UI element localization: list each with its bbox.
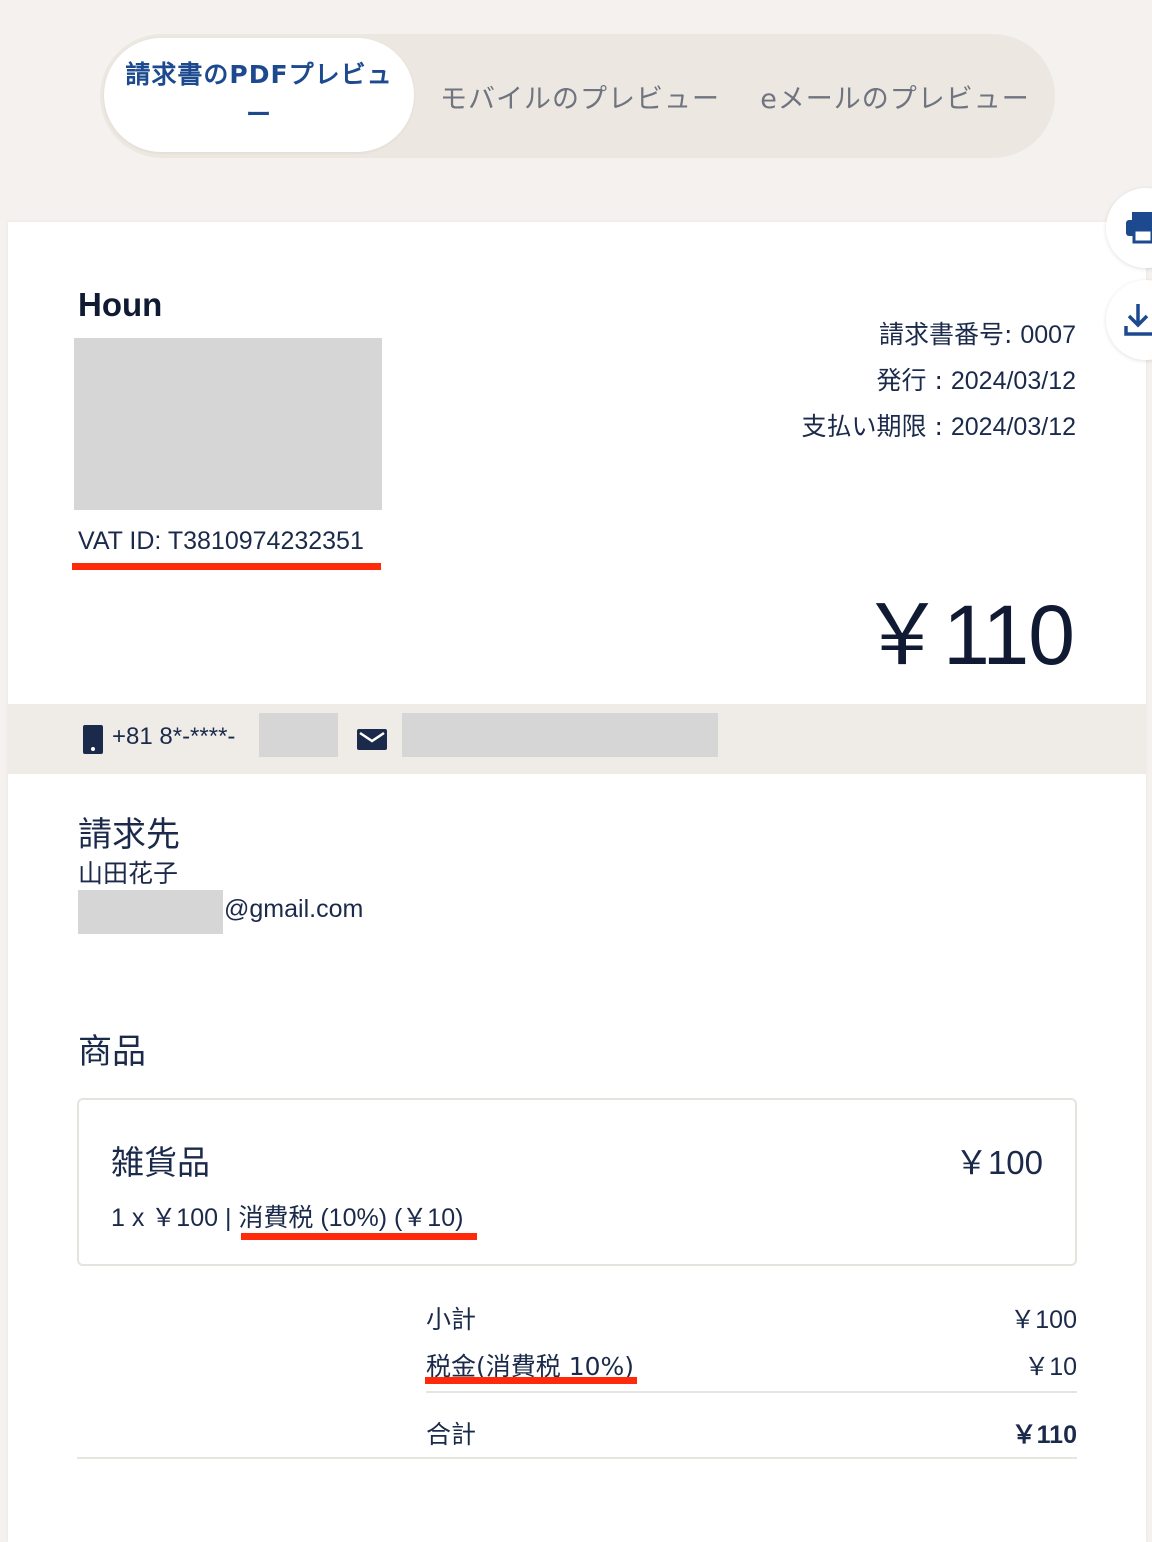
tab-pdf-preview-label-line2: ー — [245, 100, 272, 129]
tax-amount: ￥10 — [1024, 1353, 1077, 1381]
company-name: Houn — [78, 286, 163, 323]
printer-icon — [1126, 212, 1152, 244]
phone-icon — [83, 725, 103, 754]
phone-number-redacted — [259, 713, 338, 757]
tax-label-highlight — [425, 1377, 637, 1384]
item-qty-price: 1 x ￥100 | — [111, 1204, 239, 1232]
total-amount: ￥110 — [1011, 1421, 1077, 1449]
bill-to-name: 山田花子 — [78, 859, 179, 888]
item-tax-highlight — [241, 1233, 477, 1240]
invoice-number-label: 請求書番号: — [878, 320, 1013, 349]
bottom-divider — [77, 1457, 1077, 1459]
item-price: ￥100 — [954, 1144, 1043, 1181]
due-date-row: 支払い期限 : 2024/03/12 — [802, 404, 1076, 450]
issued-date-label: 発行 : — [876, 366, 943, 395]
tab-email-preview[interactable]: eメールのプレビュー — [750, 34, 1040, 158]
subtotal-amount: ￥100 — [1010, 1306, 1077, 1334]
mail-icon — [357, 729, 387, 750]
due-date: 2024/03/12 — [950, 413, 1076, 441]
tab-mobile-preview[interactable]: モバイルのプレビュー — [430, 34, 730, 158]
tab-pdf-preview[interactable]: 請求書のPDFプレビュ ー — [104, 38, 414, 152]
item-name: 雑貨品 — [111, 1143, 210, 1182]
invoice-meta: 請求書番号: 0007 発行 : 2024/03/12 支払い期限 : 2024… — [802, 312, 1076, 450]
total-amount-display: ￥110 — [860, 588, 1075, 682]
phone-number: +81 8*-****- — [112, 723, 236, 750]
contact-bar: +81 8*-****- — [8, 704, 1146, 774]
subtotal-label: 小計 — [426, 1305, 477, 1334]
invoice-document: Houn VAT ID: T3810974232351 請求書番号: 0007 … — [8, 222, 1146, 1542]
due-date-label: 支払い期限 : — [801, 412, 943, 441]
invoice-number-row: 請求書番号: 0007 — [802, 312, 1076, 358]
tab-email-preview-label: eメールのプレビュー — [760, 83, 1030, 115]
bill-to-heading: 請求先 — [78, 815, 180, 855]
summary-divider — [426, 1391, 1077, 1393]
tab-pdf-preview-label-line1: 請求書のPDFプレビュ — [125, 60, 393, 89]
vat-id-highlight — [72, 563, 381, 570]
bill-to-email-redacted — [78, 890, 223, 934]
issued-date: 2024/03/12 — [950, 367, 1076, 395]
email-redacted — [402, 713, 718, 757]
total-label: 合計 — [426, 1420, 477, 1449]
item-tax-note: 消費税 (10%) (￥10) — [238, 1204, 464, 1232]
line-item-card: 雑貨品 ￥100 1 x ￥100 | 消費税 (10%) (￥10) — [77, 1098, 1077, 1266]
item-detail: 1 x ￥100 | 消費税 (10%) (￥10) — [111, 1198, 463, 1234]
bill-to-email: @gmail.com — [224, 895, 364, 923]
tab-mobile-preview-label: モバイルのプレビュー — [440, 83, 720, 115]
items-heading: 商品 — [78, 1032, 146, 1072]
vat-id: VAT ID: T3810974232351 — [78, 527, 364, 555]
issued-date-row: 発行 : 2024/03/12 — [802, 358, 1076, 404]
preview-tab-bar: 請求書のPDFプレビュ ー モバイルのプレビュー eメールのプレビュー — [100, 34, 1055, 158]
company-address-redacted — [74, 338, 382, 510]
invoice-number: 0007 — [1020, 321, 1076, 349]
download-icon — [1124, 304, 1152, 336]
